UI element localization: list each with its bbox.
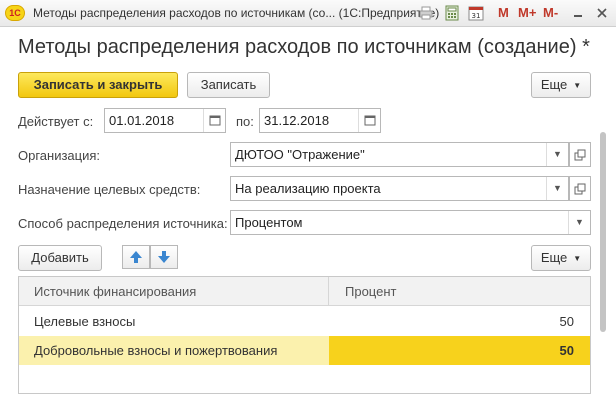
- table-more-button[interactable]: Еще ▼: [531, 245, 591, 271]
- calculator-icon[interactable]: [444, 5, 460, 21]
- move-up-button[interactable]: [122, 245, 150, 269]
- selected-cell-highlight: [329, 336, 590, 365]
- organization-value: ДЮТОО "Отражение": [235, 147, 365, 162]
- method-value: Процентом: [235, 215, 303, 230]
- organization-label: Организация:: [18, 148, 101, 163]
- arrow-down-icon: [158, 251, 170, 263]
- valid-from-field[interactable]: 01.01.2018: [104, 108, 226, 133]
- save-button[interactable]: Записать: [187, 72, 270, 98]
- cell-percent: 50: [559, 314, 574, 329]
- purpose-value: На реализацию проекта: [235, 181, 381, 196]
- cell-percent: 50: [559, 343, 574, 358]
- purpose-field[interactable]: На реализацию проекта ▼: [230, 176, 569, 201]
- arrow-up-icon: [130, 251, 142, 263]
- app-logo-icon: 1С: [5, 5, 25, 21]
- more-label: Еще: [540, 77, 568, 92]
- memory-plus-button[interactable]: M+: [518, 5, 536, 20]
- calendar-picker-icon[interactable]: [203, 109, 225, 132]
- valid-to-label: по:: [236, 114, 254, 129]
- page-title: Методы распределения расходов по источни…: [18, 36, 590, 58]
- close-icon[interactable]: [594, 5, 610, 21]
- organization-field[interactable]: ДЮТОО "Отражение" ▼: [230, 142, 569, 167]
- open-icon: [574, 183, 586, 195]
- valid-from-value: 01.01.2018: [109, 113, 175, 128]
- minimize-icon[interactable]: [570, 5, 586, 21]
- method-label: Способ распределения источника:: [18, 216, 228, 231]
- open-purpose-button[interactable]: [569, 176, 591, 201]
- table-row[interactable]: Целевые взносы 50: [19, 307, 590, 336]
- column-header-source[interactable]: Источник финансирования: [34, 284, 196, 299]
- chevron-down-icon[interactable]: ▼: [568, 211, 590, 234]
- open-icon: [574, 149, 586, 161]
- chevron-down-icon[interactable]: ▼: [546, 143, 568, 166]
- window-title: Методы распределения расходов по источни…: [33, 6, 440, 20]
- add-row-button[interactable]: Добавить: [18, 245, 102, 271]
- chevron-down-icon[interactable]: ▼: [546, 177, 568, 200]
- print-icon[interactable]: [418, 5, 434, 21]
- column-divider: [328, 277, 329, 306]
- method-field[interactable]: Процентом ▼: [230, 210, 591, 235]
- scrollbar-thumb[interactable]: [600, 132, 606, 332]
- calendar-icon[interactable]: 31: [468, 5, 484, 21]
- chevron-down-icon: ▼: [573, 253, 582, 263]
- chevron-down-icon: ▼: [573, 80, 582, 90]
- valid-from-label: Действует с:: [18, 114, 94, 129]
- save-and-close-button[interactable]: Записать и закрыть: [18, 72, 178, 98]
- table-row-selected[interactable]: Добровольные взносы и пожертвования 50: [19, 336, 590, 365]
- valid-to-field[interactable]: 31.12.2018: [259, 108, 381, 133]
- calendar-picker-icon[interactable]: [358, 109, 380, 132]
- table-header: Источник финансирования Процент: [19, 277, 590, 306]
- column-header-percent[interactable]: Процент: [345, 284, 396, 299]
- cell-source: Добровольные взносы и пожертвования: [34, 343, 278, 358]
- window-titlebar: 1С Методы распределения расходов по исто…: [0, 0, 616, 27]
- move-down-button[interactable]: [150, 245, 178, 269]
- vertical-scrollbar[interactable]: [599, 132, 607, 362]
- open-organization-button[interactable]: [569, 142, 591, 167]
- sources-table[interactable]: Источник финансирования Процент Целевые …: [18, 276, 591, 394]
- svg-text:31: 31: [472, 12, 481, 20]
- purpose-label: Назначение целевых средств:: [18, 182, 201, 197]
- table-more-label: Еще: [540, 250, 568, 265]
- memory-button[interactable]: M: [498, 5, 509, 20]
- valid-to-value: 31.12.2018: [264, 113, 330, 128]
- cell-source: Целевые взносы: [34, 314, 136, 329]
- more-button[interactable]: Еще ▼: [531, 72, 591, 98]
- memory-minus-button[interactable]: M-: [543, 5, 558, 20]
